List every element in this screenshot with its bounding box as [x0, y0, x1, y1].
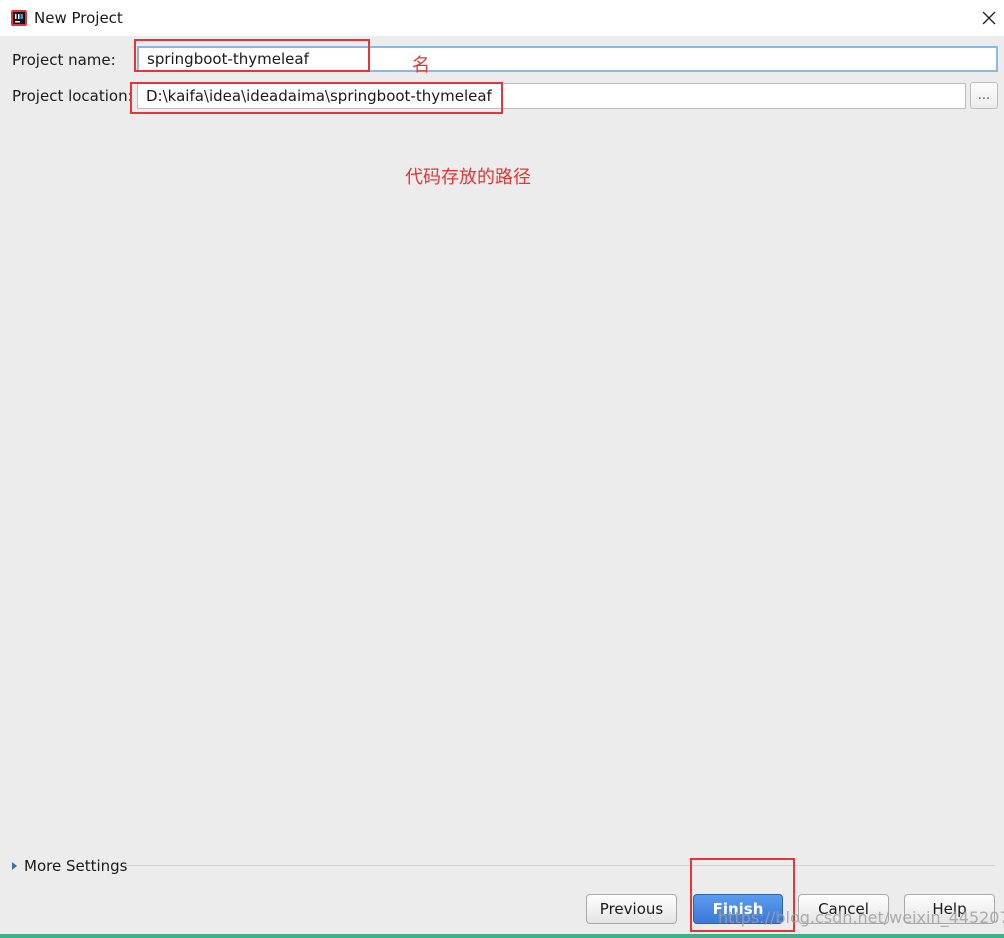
intellij-idea-icon [11, 10, 27, 26]
close-button[interactable] [976, 5, 1002, 31]
more-settings-toggle[interactable]: More Settings [12, 856, 127, 876]
expand-triangle-icon [12, 862, 17, 870]
dialog-content: Project name: Project location: ... 名 代码… [0, 36, 1004, 938]
annotation-box-name [134, 39, 370, 72]
previous-button[interactable]: Previous [586, 894, 677, 924]
project-location-label: Project location: [12, 87, 133, 105]
close-icon [982, 11, 996, 25]
watermark: https://blog.csdn.net/weixin_44520739 [718, 908, 1004, 927]
browse-button[interactable]: ... [970, 82, 998, 109]
window-title: New Project [34, 9, 123, 27]
project-name-label: Project name: [12, 51, 116, 69]
separator [125, 865, 995, 866]
bottom-strip [0, 934, 1004, 938]
more-settings-label: More Settings [24, 857, 128, 875]
annotation-location-note: 代码存放的路径 [405, 167, 531, 188]
annotation-name-note: 名 [412, 55, 430, 76]
annotation-box-location [130, 82, 503, 114]
title-bar: New Project [0, 0, 1004, 36]
